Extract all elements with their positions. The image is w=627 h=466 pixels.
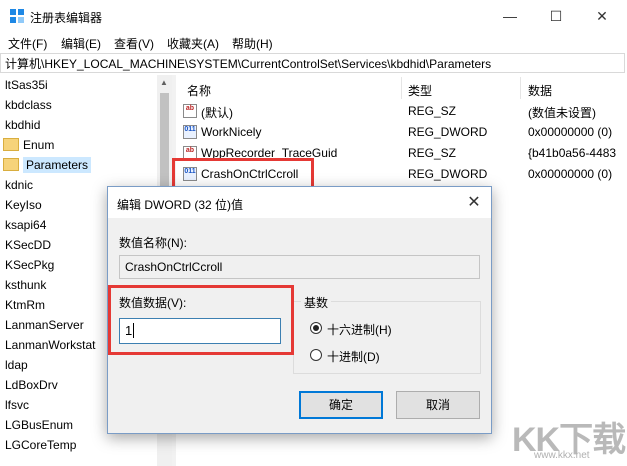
tree-item[interactable]: KeyIso [5, 195, 42, 215]
tree-item[interactable]: kbdclass [5, 95, 52, 115]
tree-item[interactable]: LGBusEnum [5, 415, 73, 435]
tree-item-label: LanmanServer [5, 318, 84, 332]
tree-item-label: KSecDD [5, 238, 52, 252]
value-row[interactable]: 011 WorkNicely REG_DWORD 0x00000000 (0) [177, 122, 627, 143]
dec-radio[interactable] [310, 349, 322, 361]
value-name: WorkNicely [201, 125, 262, 139]
menu-favorites[interactable]: 收藏夹(A) [167, 35, 219, 52]
ok-button[interactable]: 确定 [299, 391, 383, 419]
tree-item[interactable]: LanmanWorkstat [5, 335, 96, 355]
dialog-close-icon[interactable]: ✕ [464, 192, 484, 212]
tree-item-label: KeyIso [5, 198, 42, 212]
tree-item[interactable]: LGCoreTemp [5, 435, 76, 455]
dialog-title-bar: 编辑 DWORD (32 位)值 ✕ [108, 187, 491, 218]
tree-item[interactable]: ksthunk [5, 275, 46, 295]
tree-item-label: Parameters [23, 157, 92, 173]
value-name-label: 数值名称(N): [119, 236, 187, 250]
value-name: (默认) [201, 106, 233, 120]
watermark-url: www.kkx.net [534, 450, 590, 461]
value-name-field: CrashOnCtrlCcroll [119, 255, 480, 279]
tree-item[interactable]: Enum [3, 135, 54, 155]
hex-radio-label[interactable]: 十六进制(H) [327, 321, 392, 338]
dialog-title: 编辑 DWORD (32 位)值 [117, 198, 244, 212]
base-label: 基数 [301, 294, 332, 311]
tree-item-label: lfsvc [5, 398, 29, 412]
maximize-button[interactable]: ☐ [533, 0, 579, 32]
tree-item-label: LGBusEnum [5, 418, 74, 432]
value-row[interactable]: ab (默认) REG_SZ (数值未设置) [177, 101, 627, 122]
binary-value-icon: 011 [183, 125, 197, 139]
tree-item-label: ksapi64 [5, 218, 47, 232]
cancel-button[interactable]: 取消 [396, 391, 480, 419]
menu-help[interactable]: 帮助(H) [232, 35, 273, 52]
menu-edit[interactable]: 编辑(E) [61, 35, 101, 52]
tree-item-label: kdnic [5, 178, 34, 192]
tree-item[interactable]: ltSas35i [5, 75, 48, 95]
folder-icon [3, 138, 19, 151]
value-data: (数值未设置) [528, 106, 596, 120]
tree-item-label: LanmanWorkstat [5, 338, 96, 352]
value-type: REG_DWORD [408, 125, 488, 139]
value-data: 0x00000000 (0) [528, 125, 613, 139]
tree-item-label: ksthunk [5, 278, 47, 292]
tree-item-label: Enum [23, 138, 55, 152]
minimize-button[interactable]: — [487, 0, 533, 32]
value-type: REG_SZ [408, 146, 457, 160]
watermark: KK下载 www.kkx.net [512, 412, 626, 464]
column-header-type[interactable]: 类型 [408, 82, 432, 99]
tree-item-label: ldap [5, 358, 28, 372]
menu-bar: 文件(F) 编辑(E) 查看(V) 收藏夹(A) 帮助(H) [0, 32, 627, 52]
value-data: 0x00000000 (0) [528, 167, 613, 181]
value-type: REG_DWORD [408, 167, 488, 181]
tree-item[interactable]: KSecDD [5, 235, 51, 255]
close-button[interactable]: ✕ [579, 0, 625, 32]
tree-item[interactable]: Parameters [3, 155, 92, 175]
registry-editor-icon [10, 9, 24, 23]
menu-file[interactable]: 文件(F) [8, 35, 47, 52]
column-header-name[interactable]: 名称 [187, 82, 211, 99]
title-bar: 注册表编辑器 — ☐ ✕ [0, 0, 627, 32]
highlight-box-data [108, 285, 294, 355]
value-type: REG_SZ [408, 104, 457, 118]
dec-radio-label[interactable]: 十进制(D) [327, 348, 380, 365]
radio-selected-icon [313, 325, 319, 331]
tree-item-label: kbdhid [5, 118, 41, 132]
tree-item[interactable]: LanmanServer [5, 315, 84, 335]
tree-item-label: kbdclass [5, 98, 52, 112]
tree-item[interactable]: KtmRm [5, 295, 45, 315]
tree-item[interactable]: lfsvc [5, 395, 29, 415]
tree-item[interactable]: kbdhid [5, 115, 40, 135]
value-data: {b41b0a56-4483 [528, 146, 617, 160]
menu-view[interactable]: 查看(V) [114, 35, 154, 52]
tree-item[interactable]: ksapi64 [5, 215, 46, 235]
scroll-up-icon[interactable]: ▲ [160, 78, 168, 87]
window-title: 注册表编辑器 [30, 11, 103, 25]
tree-item-label: KSecPkg [5, 258, 55, 272]
tree-item[interactable]: KSecPkg [5, 255, 54, 275]
folder-icon [3, 158, 19, 171]
hex-radio[interactable] [310, 322, 322, 334]
tree-item-label: KtmRm [5, 298, 45, 312]
address-bar[interactable]: 计算机\HKEY_LOCAL_MACHINE\SYSTEM\CurrentCon… [0, 53, 625, 73]
tree-item-label: LGCoreTemp [5, 438, 77, 452]
string-value-icon: ab [183, 104, 197, 118]
tree-item-label: LdBoxDrv [5, 378, 58, 392]
column-header-data[interactable]: 数据 [528, 82, 552, 99]
tree-item-label: ltSas35i [5, 78, 48, 92]
tree-item[interactable]: kdnic [5, 175, 33, 195]
tree-item[interactable]: LdBoxDrv [5, 375, 58, 395]
tree-item[interactable]: ldap [5, 355, 28, 375]
